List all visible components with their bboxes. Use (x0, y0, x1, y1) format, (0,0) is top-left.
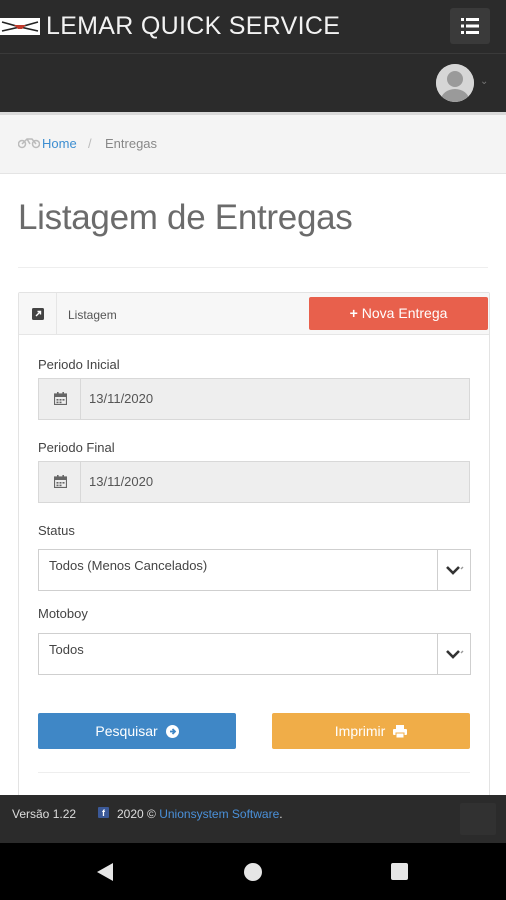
scroll-to-top-button[interactable] (460, 803, 496, 835)
motoboy-select[interactable]: Todos (38, 633, 471, 675)
facebook-icon[interactable]: f (98, 807, 109, 818)
system-navigation-bar (0, 843, 506, 900)
recent-apps-icon[interactable] (391, 863, 408, 880)
chevron-down-icon[interactable]: ⌄ (480, 76, 488, 87)
status-dropdown-toggle[interactable] (437, 550, 471, 590)
app-title: LEMAR QUICK SERVICE (46, 12, 341, 40)
motoboy-dropdown-toggle[interactable] (437, 634, 471, 674)
user-bar: ⌄ (0, 54, 506, 112)
top-navbar: LEMAR QUICK SERVICE (0, 0, 506, 54)
panel-title: Listagem (68, 308, 117, 322)
menu-toggle-button[interactable] (450, 8, 490, 44)
calendar-icon (54, 475, 67, 488)
print-button-label: Imprimir (334, 723, 386, 739)
status-label: Status (38, 523, 75, 538)
user-avatar[interactable] (436, 64, 474, 102)
end-date-value: 13/11/2020 (89, 474, 154, 489)
print-button[interactable]: Imprimir (272, 713, 470, 749)
company-link[interactable]: Unionsystem Software (159, 807, 279, 821)
divider (38, 772, 470, 773)
start-date-value: 13/11/2020 (89, 391, 154, 406)
page-title: Listagem de Entregas (18, 198, 353, 237)
chevron-down-icon (446, 566, 464, 575)
calendar-addon (39, 379, 81, 419)
calendar-icon (54, 392, 67, 405)
motorcycle-icon (17, 135, 41, 154)
app-logo[interactable] (0, 18, 40, 35)
external-link-icon (32, 308, 44, 320)
breadcrumb-separator: / (88, 136, 92, 151)
end-date-input[interactable]: 13/11/2020 (38, 461, 470, 503)
breadcrumb: Home / Entregas (0, 112, 506, 174)
list-icon (461, 18, 479, 34)
motoboy-label: Motoboy (38, 606, 88, 621)
back-icon[interactable] (97, 863, 113, 881)
arrow-circle-right-icon (165, 725, 179, 738)
status-selected-value: Todos (Menos Cancelados) (49, 558, 208, 573)
app-version: Versão 1.22 (12, 807, 77, 821)
calendar-addon (39, 462, 81, 502)
home-icon[interactable] (244, 863, 262, 881)
start-date-label: Periodo Inicial (38, 357, 120, 372)
search-button[interactable]: Pesquisar (38, 713, 236, 749)
search-button-label: Pesquisar (95, 723, 158, 739)
divider (18, 267, 488, 268)
start-date-input[interactable]: 13/11/2020 (38, 378, 470, 420)
plus-icon: + (349, 305, 358, 321)
new-delivery-button-label: Nova Entrega (361, 305, 448, 321)
motoboy-selected-value: Todos (49, 642, 84, 657)
footer-copyright: 2020 © Unionsystem Software. (117, 807, 283, 821)
end-date-label: Periodo Final (38, 440, 115, 455)
new-delivery-button[interactable]: + Nova Entrega (309, 297, 488, 330)
chevron-down-icon (446, 650, 464, 659)
panel-header: Listagem + Nova Entrega (19, 293, 489, 335)
footer-period: . (279, 807, 283, 821)
print-icon (393, 725, 408, 739)
status-select[interactable]: Todos (Menos Cancelados) (38, 549, 471, 591)
breadcrumb-current: Entregas (105, 136, 158, 151)
panel-icon-box (19, 293, 57, 335)
footer: Versão 1.22 f 2020 © Unionsystem Softwar… (0, 795, 506, 843)
breadcrumb-home-link[interactable]: Home (42, 136, 77, 151)
copyright-year: 2020 © (117, 807, 156, 821)
